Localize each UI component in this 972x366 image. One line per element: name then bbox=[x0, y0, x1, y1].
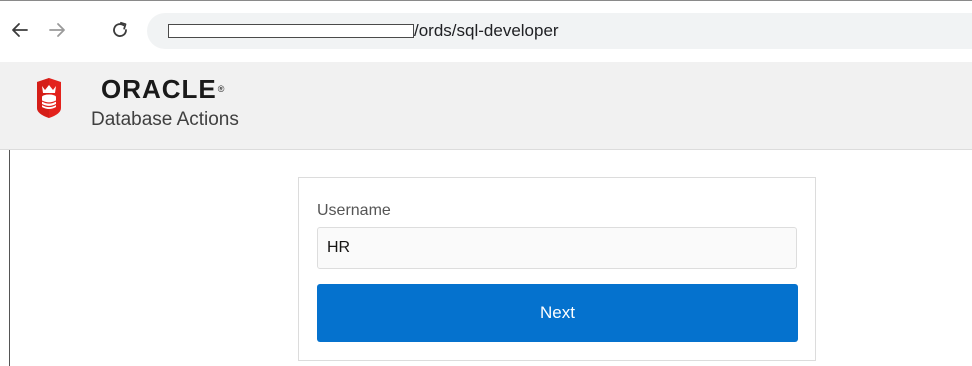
arrow-right-icon bbox=[49, 23, 65, 37]
oracle-brand: ORACLE® bbox=[101, 76, 225, 102]
app-title: Database Actions bbox=[91, 109, 239, 130]
url-path: /ords/sql-developer bbox=[414, 21, 559, 40]
window-top-border bbox=[0, 0, 972, 1]
reload-button[interactable] bbox=[108, 18, 132, 42]
registered-mark: ® bbox=[217, 84, 226, 94]
username-field[interactable] bbox=[317, 227, 797, 269]
arrow-left-icon bbox=[12, 23, 28, 37]
login-card: Username Next bbox=[298, 177, 816, 361]
page-edge-line bbox=[9, 150, 10, 366]
username-label: Username bbox=[317, 202, 391, 219]
app-header: ORACLE® Database Actions bbox=[0, 62, 972, 150]
back-button[interactable] bbox=[8, 18, 32, 42]
oracle-shield-icon bbox=[37, 78, 61, 118]
url-host-redacted bbox=[168, 24, 414, 38]
browser-toolbar: /ords/sql-developer bbox=[0, 0, 972, 62]
forward-button[interactable] bbox=[45, 18, 69, 42]
next-button[interactable]: Next bbox=[317, 284, 798, 342]
oracle-brand-text: ORACLE bbox=[101, 74, 217, 104]
reload-icon bbox=[113, 21, 127, 37]
